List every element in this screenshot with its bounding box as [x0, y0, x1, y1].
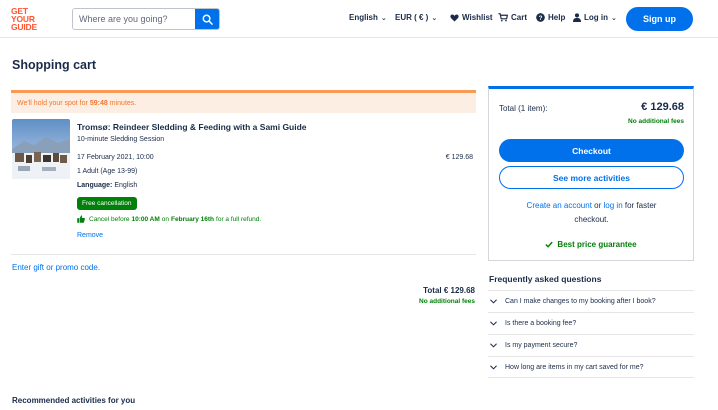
chevron-down-icon: ⌄ — [611, 14, 617, 22]
activity-date: 17 February 2021, 10:00 — [77, 154, 154, 161]
promo-code-link[interactable]: Enter gift or promo code. — [12, 263, 100, 272]
cancel-text-on: on — [161, 215, 170, 223]
recommended-heading: Recommended activities for you — [12, 396, 136, 405]
currency-label: EUR ( € ) — [395, 13, 429, 22]
language-label: Language: — [77, 182, 113, 189]
chevron-down-icon: ⌄ — [431, 14, 438, 22]
hold-text: We'll hold your spot for — [17, 99, 88, 107]
cancel-text-after: for a full refund. — [216, 215, 262, 223]
activity-participants: 1 Adult (Age 13-99) — [77, 168, 138, 175]
help-link[interactable]: ? Help — [536, 13, 565, 22]
see-more-activities-button[interactable]: See more activities — [499, 166, 684, 189]
activity-option: 10-minute Sledding Session — [77, 136, 165, 143]
total-value: € 129.68 — [443, 286, 475, 295]
summary-no-fees: No additional fees — [628, 118, 684, 125]
checkout-button[interactable]: Checkout — [499, 139, 684, 162]
login-link-inline[interactable]: log in — [604, 201, 623, 210]
faq-question: Can I make changes to my booking after I… — [505, 298, 656, 305]
best-price-guarantee: Best price guarantee — [489, 240, 693, 249]
account-prompt: Create an account or log in for faster c… — [499, 199, 684, 227]
summary-label: Total (1 item): — [499, 104, 548, 113]
top-header: GET YOUR GUIDE English ⌄ EUR ( € ) ⌄ Wis… — [0, 0, 718, 38]
faq-list: Can I make changes to my booking after I… — [488, 290, 694, 378]
chevron-down-icon — [490, 321, 497, 326]
chevron-down-icon — [490, 343, 497, 348]
signup-button[interactable]: Sign up — [626, 7, 693, 31]
cancellation-policy: Cancel before 10:00 AM on February 16th … — [77, 215, 261, 223]
hold-spot-banner: We'll hold your spot for 59:48 minutes. — [11, 90, 476, 113]
activity-title[interactable]: Tromsø: Reindeer Sledding & Feeding with… — [77, 122, 307, 132]
hold-text-suffix: minutes. — [109, 99, 137, 107]
search-box — [72, 8, 220, 30]
cart-label: Cart — [511, 13, 528, 22]
faq-question: How long are items in my cart saved for … — [505, 363, 644, 371]
chevron-down-icon — [490, 364, 497, 370]
search-button[interactable] — [195, 9, 219, 29]
language-value: English — [114, 182, 138, 189]
faq-item[interactable]: Is there a booking fee? — [488, 312, 694, 334]
help-icon: ? — [536, 13, 545, 22]
wishlist-link[interactable]: Wishlist — [450, 13, 493, 22]
user-icon — [573, 13, 581, 22]
cancel-date: February 16th — [171, 215, 215, 223]
cart-link[interactable]: Cart — [498, 13, 527, 22]
best-price-label: Best price guarantee — [557, 240, 637, 249]
cancel-time: 10:00 AM — [131, 215, 160, 223]
logo-line-3: GUIDE — [11, 22, 37, 32]
check-icon — [545, 241, 554, 248]
divider — [11, 254, 476, 255]
thumbs-up-icon — [77, 215, 85, 223]
remove-link[interactable]: Remove — [77, 232, 103, 239]
search-icon — [202, 14, 213, 25]
no-fees-note: No additional fees — [419, 298, 475, 305]
getyourguide-logo[interactable]: GET YOUR GUIDE — [11, 7, 47, 32]
language-selector[interactable]: English ⌄ — [349, 13, 387, 22]
checkout-word: checkout. — [574, 215, 609, 224]
faq-title: Frequently asked questions — [489, 274, 602, 284]
activity-price: € 129.68 — [445, 154, 473, 161]
chevron-down-icon: ⌄ — [380, 14, 387, 22]
activity-thumbnail[interactable] — [12, 119, 70, 179]
faq-item[interactable]: Is my payment secure? — [488, 334, 694, 356]
faq-question: Is there a booking fee? — [505, 320, 577, 327]
summary-total: € 129.68 — [641, 101, 684, 113]
currency-selector[interactable]: EUR ( € ) ⌄ — [395, 13, 437, 22]
create-account-link[interactable]: Create an account — [527, 201, 592, 210]
wishlist-label: Wishlist — [462, 13, 493, 22]
heart-icon — [450, 14, 459, 22]
search-input[interactable] — [73, 9, 195, 29]
chevron-down-icon — [490, 299, 497, 304]
cart-icon — [498, 13, 508, 22]
activity-language: Language: English — [77, 182, 137, 189]
cancel-text-before: Cancel before — [89, 215, 130, 223]
svg-text:?: ? — [539, 15, 543, 22]
page-title: Shopping cart — [12, 58, 97, 72]
login-link[interactable]: Log in ⌄ — [573, 13, 617, 22]
hold-timer: 59:48 — [89, 99, 108, 107]
faster-text: for faster — [624, 201, 657, 210]
help-label: Help — [548, 13, 566, 22]
language-label: English — [349, 13, 378, 22]
cart-total: Total € 129.68 — [423, 286, 475, 295]
faq-item[interactable]: Can I make changes to my booking after I… — [488, 290, 694, 312]
or-text: or — [594, 201, 602, 210]
faq-item[interactable]: How long are items in my cart saved for … — [488, 356, 694, 378]
login-label: Log in — [584, 13, 608, 22]
total-label: Total — [423, 286, 442, 295]
free-cancellation-badge: Free cancellation — [77, 197, 137, 210]
faq-question: Is my payment secure? — [505, 342, 578, 349]
order-summary: Total (1 item): € 129.68 No additional f… — [488, 86, 694, 261]
